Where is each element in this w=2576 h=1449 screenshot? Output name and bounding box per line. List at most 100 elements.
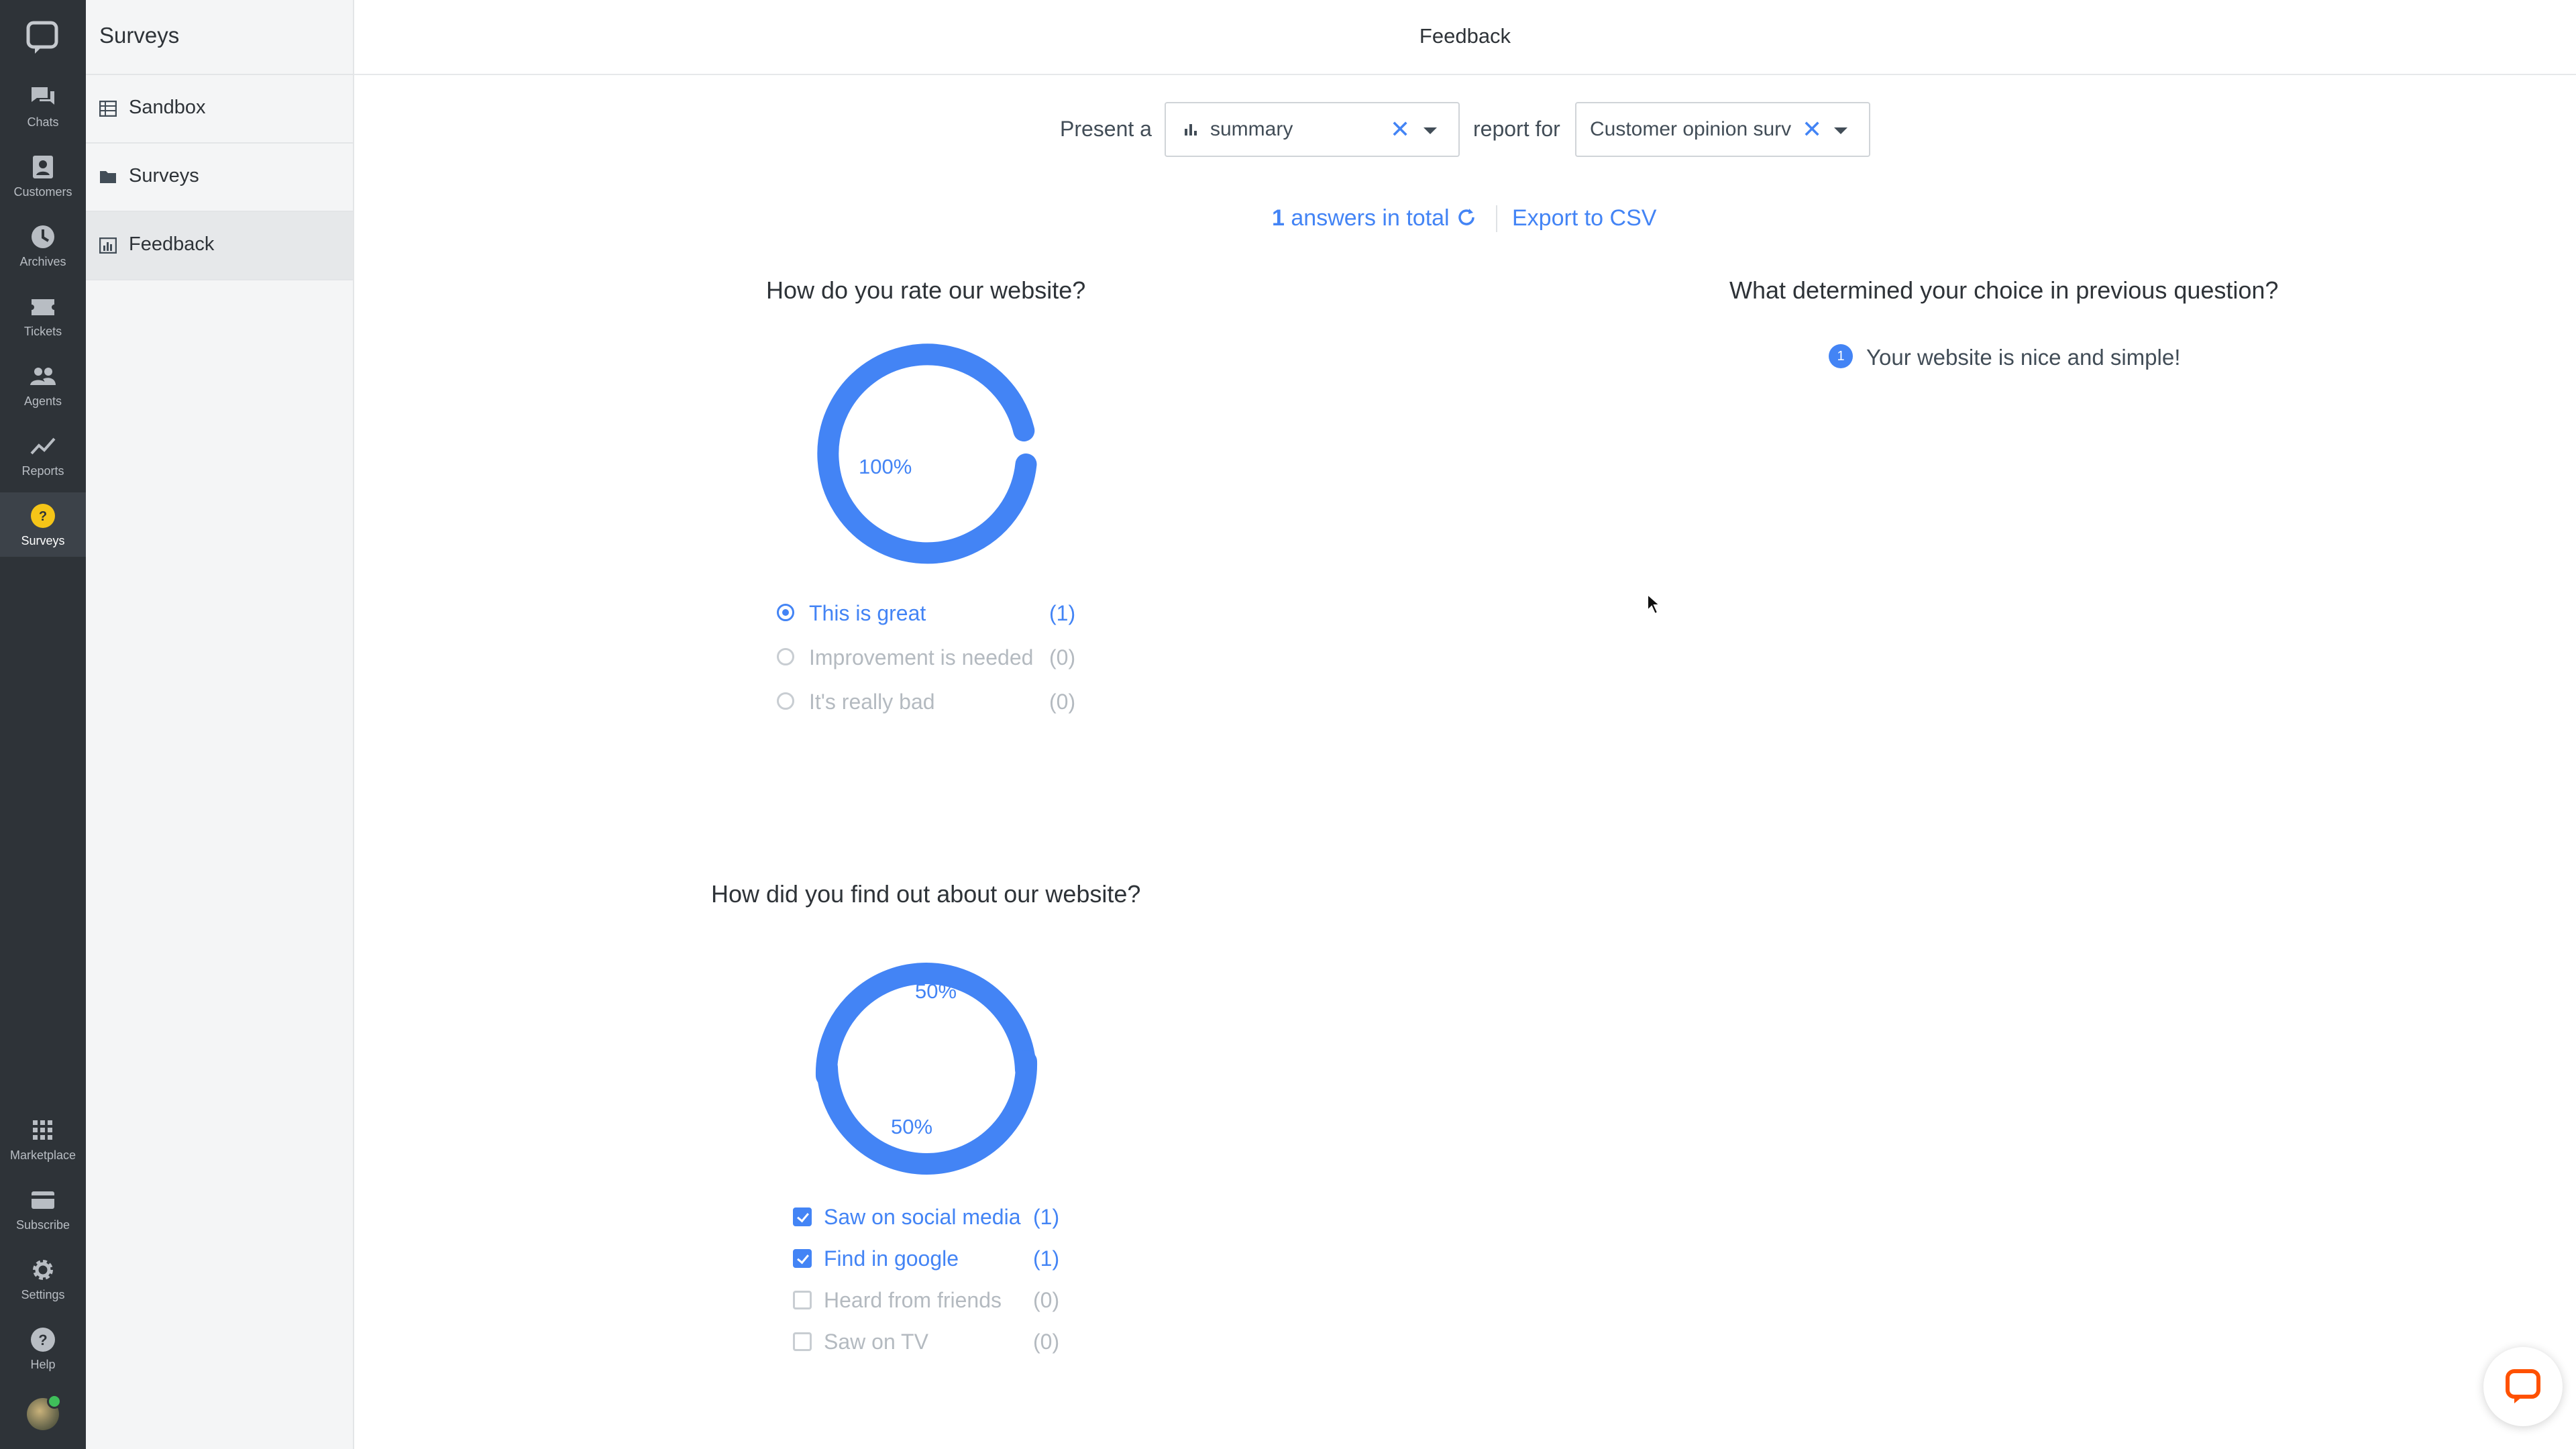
nav-chats-label: Chats bbox=[27, 115, 59, 129]
checkbox[interactable] bbox=[793, 1332, 812, 1351]
export-csv-link[interactable]: Export to CSV bbox=[1512, 205, 1656, 231]
agents-icon bbox=[30, 368, 56, 385]
clear-present-icon[interactable]: ✕ bbox=[1390, 115, 1410, 144]
donut-segment bbox=[816, 1051, 1038, 1175]
main-nav-rail: Chats Customers Archives Tickets Agents … bbox=[0, 0, 86, 1449]
nav-customers-label: Customers bbox=[13, 185, 72, 199]
nav-customers[interactable]: Customers bbox=[0, 144, 86, 208]
rating-donut-chart bbox=[817, 343, 1037, 564]
answers-total-link[interactable]: 1 answers in total bbox=[1272, 205, 1477, 231]
option-label: It's really bad bbox=[809, 690, 935, 714]
checkbox[interactable] bbox=[793, 1249, 812, 1268]
option-label: Find in google bbox=[824, 1246, 959, 1271]
question-title: How did you find out about our website? bbox=[711, 880, 1141, 908]
nav-settings-label: Settings bbox=[21, 1288, 65, 1301]
present-select[interactable]: summary ✕ bbox=[1165, 102, 1460, 157]
gear-icon bbox=[33, 1260, 53, 1280]
bar-chart-icon bbox=[99, 237, 117, 254]
surveys-sidebar: Surveys Sandbox Surveys Feedback bbox=[86, 0, 354, 1449]
answer-text: Your website is nice and simple! bbox=[1866, 345, 2181, 370]
chevron-down-icon[interactable] bbox=[1424, 127, 1437, 134]
clear-report-icon[interactable]: ✕ bbox=[1802, 115, 1822, 144]
donut-percentage-label: 50% bbox=[891, 1115, 933, 1138]
mouse-cursor-icon bbox=[1647, 593, 1662, 615]
svg-text:?: ? bbox=[38, 1332, 47, 1348]
nav-agents[interactable]: Agents bbox=[0, 353, 86, 417]
refresh-icon[interactable] bbox=[1456, 207, 1477, 228]
donut-percentage-label: 50% bbox=[915, 979, 957, 1003]
answer-index-badge: 1 bbox=[1829, 344, 1853, 368]
question-title: How do you rate our website? bbox=[766, 276, 1086, 304]
sidebar-item-feedback[interactable]: Feedback bbox=[86, 211, 353, 280]
nav-help[interactable]: ? Help bbox=[0, 1316, 86, 1381]
option-label: Heard from friends bbox=[824, 1288, 1002, 1312]
nav-reports-label: Reports bbox=[21, 464, 64, 478]
reports-icon bbox=[30, 437, 56, 455]
option-label: This is great bbox=[809, 601, 926, 625]
nav-reports[interactable]: Reports bbox=[0, 423, 86, 487]
chats-icon bbox=[32, 87, 54, 105]
nav-agents-label: Agents bbox=[23, 394, 62, 408]
nav-subscribe[interactable]: Subscribe bbox=[0, 1177, 86, 1241]
sidebar-title: Surveys bbox=[99, 23, 180, 48]
option-count: (1) bbox=[1049, 601, 1076, 625]
subscribe-icon bbox=[32, 1191, 54, 1209]
option-count: (0) bbox=[1049, 690, 1076, 714]
donut-segment bbox=[817, 343, 1037, 564]
radio-button[interactable] bbox=[777, 604, 794, 621]
radio-button[interactable] bbox=[777, 648, 794, 665]
nav-help-label: Help bbox=[30, 1358, 56, 1371]
table-icon bbox=[99, 101, 117, 117]
report-for-label: report for bbox=[1473, 117, 1560, 141]
nav-marketplace-label: Marketplace bbox=[9, 1148, 76, 1162]
present-label: Present a bbox=[1060, 117, 1152, 141]
donut-percentage-label: 100% bbox=[859, 455, 912, 478]
sidebar-item-sandbox[interactable]: Sandbox bbox=[86, 74, 353, 142]
question-title: What determined your choice in previous … bbox=[1729, 276, 2279, 304]
sidebar-item-label: Feedback bbox=[129, 233, 215, 255]
nav-marketplace[interactable]: Marketplace bbox=[0, 1107, 86, 1171]
sidebar-item-label: Surveys bbox=[129, 165, 199, 186]
chat-widget-button[interactable] bbox=[2483, 1347, 2563, 1426]
svg-text:?: ? bbox=[39, 509, 47, 524]
sidebar-item-label: Sandbox bbox=[129, 97, 206, 118]
nav-archives[interactable]: Archives bbox=[0, 213, 86, 278]
nav-archives-label: Archives bbox=[19, 255, 66, 268]
nav-surveys-label: Surveys bbox=[21, 534, 65, 547]
chat-bubble-icon bbox=[2506, 1369, 2540, 1403]
page-header: Feedback bbox=[354, 0, 2576, 75]
option-count: (0) bbox=[1033, 1330, 1060, 1354]
page-title: Feedback bbox=[1419, 24, 1511, 48]
nav-chats[interactable]: Chats bbox=[0, 74, 86, 138]
sidebar-item-surveys[interactable]: Surveys bbox=[86, 142, 353, 211]
tickets-icon bbox=[32, 299, 54, 315]
checkbox[interactable] bbox=[793, 1208, 812, 1226]
option-count: (0) bbox=[1049, 645, 1076, 669]
option-label: Saw on TV bbox=[824, 1330, 928, 1354]
help-icon: ? bbox=[31, 1328, 55, 1352]
customers-icon bbox=[33, 156, 53, 178]
checkbox[interactable] bbox=[793, 1291, 812, 1309]
surveys-icon: ? bbox=[31, 504, 55, 528]
nav-settings[interactable]: Settings bbox=[0, 1246, 86, 1311]
nav-tickets[interactable]: Tickets bbox=[0, 283, 86, 347]
report-for-select-value: Customer opinion surv bbox=[1590, 118, 1792, 140]
nav-subscribe-label: Subscribe bbox=[15, 1218, 70, 1232]
nav-surveys[interactable]: ? Surveys bbox=[0, 492, 86, 557]
chevron-down-icon[interactable] bbox=[1834, 127, 1847, 134]
folder-icon bbox=[100, 171, 116, 183]
app-logo-icon[interactable] bbox=[25, 20, 60, 58]
option-label: Saw on social media bbox=[824, 1205, 1021, 1229]
present-select-value: summary bbox=[1210, 118, 1293, 140]
report-for-select[interactable]: Customer opinion surv ✕ bbox=[1575, 102, 1870, 157]
radio-button[interactable] bbox=[777, 692, 794, 710]
divider bbox=[1496, 205, 1497, 232]
nav-tickets-label: Tickets bbox=[23, 325, 62, 338]
marketplace-icon bbox=[33, 1120, 52, 1140]
answers-label: answers in total bbox=[1291, 205, 1450, 231]
answers-count: 1 bbox=[1272, 205, 1285, 231]
option-count: (1) bbox=[1033, 1246, 1060, 1271]
option-count: (1) bbox=[1033, 1205, 1060, 1229]
option-label: Improvement is needed bbox=[809, 645, 1034, 669]
bar-chart-icon bbox=[1185, 124, 1197, 136]
